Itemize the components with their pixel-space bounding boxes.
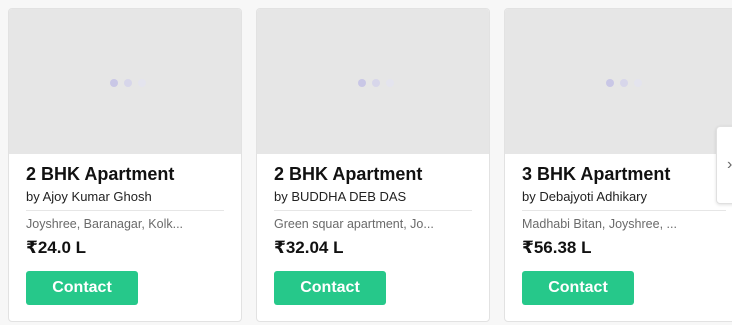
loading-dot: [110, 79, 118, 87]
loading-dot: [138, 79, 146, 87]
listing-location: Madhabi Bitan, Joyshree, ...: [522, 217, 677, 231]
listing-title[interactable]: 2 BHK Apartment: [274, 164, 422, 185]
loading-dot: [386, 79, 394, 87]
chevron-right-icon: ›: [727, 156, 732, 173]
property-image-placeholder[interactable]: [505, 9, 732, 154]
listing-title[interactable]: 2 BHK Apartment: [26, 164, 174, 185]
carousel-next-button[interactable]: ›: [716, 126, 732, 204]
property-image-placeholder[interactable]: [257, 9, 489, 154]
listing-title[interactable]: 3 BHK Apartment: [522, 164, 670, 185]
loading-indicator: [606, 79, 642, 87]
listing-location: Joyshree, Baranagar, Kolk...: [26, 217, 184, 231]
loading-dot: [358, 79, 366, 87]
property-image-placeholder[interactable]: [9, 9, 241, 154]
contact-button[interactable]: Contact: [26, 271, 138, 305]
loading-dot: [620, 79, 628, 87]
listing-card[interactable]: 2 BHK Apartment by BUDDHA DEB DAS Green …: [256, 8, 490, 322]
listing-price: ₹32.04 L: [274, 238, 344, 257]
listing-owner: by Ajoy Kumar Ghosh: [26, 189, 152, 204]
loading-dot: [634, 79, 642, 87]
divider: [274, 210, 472, 211]
listing-card[interactable]: 2 BHK Apartment by Ajoy Kumar Ghosh Joys…: [8, 8, 242, 322]
divider: [522, 210, 726, 211]
listing-price: ₹56.38 L: [522, 238, 592, 257]
listing-owner: by Debajyoti Adhikary: [522, 189, 648, 204]
loading-indicator: [110, 79, 146, 87]
listing-owner: by BUDDHA DEB DAS: [274, 189, 407, 204]
loading-indicator: [358, 79, 394, 87]
listing-card[interactable]: 3 BHK Apartment by Debajyoti Adhikary Ma…: [504, 8, 732, 322]
listing-price: ₹24.0 L: [26, 238, 87, 257]
loading-dot: [372, 79, 380, 87]
loading-dot: [606, 79, 614, 87]
listing-location: Green squar apartment, Jo...: [274, 217, 434, 231]
loading-dot: [124, 79, 132, 87]
contact-button[interactable]: Contact: [274, 271, 386, 305]
contact-button[interactable]: Contact: [522, 271, 634, 305]
divider: [26, 210, 224, 211]
